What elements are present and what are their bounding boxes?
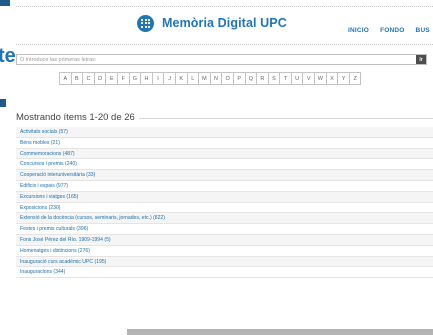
site-brand[interactable]: Memòria Digital UPC xyxy=(137,13,287,33)
left-title-fragment: te xyxy=(0,45,16,67)
nav-inicio[interactable]: INICIO xyxy=(348,27,369,34)
list-item[interactable]: Extensió de la docència (cursos, seminar… xyxy=(16,213,433,225)
letter-z-button[interactable]: Z xyxy=(348,72,362,85)
list-item[interactable]: Inauguracions (344) xyxy=(16,267,433,279)
results-heading-row: Mostrando ítems 1-20 de 26 xyxy=(16,112,433,123)
list-item[interactable]: Fons José Pérez del Río. 1909-1994 (5) xyxy=(16,234,433,246)
left-accent-bar xyxy=(0,99,6,107)
list-item[interactable]: Concursos i premis (240) xyxy=(16,159,433,171)
nav-buscar[interactable]: BUS xyxy=(416,27,430,34)
list-item[interactable]: Edificis i espais (977) xyxy=(16,181,433,192)
grid-logo-icon xyxy=(137,14,154,32)
alphabet-jump-bar: ABCDEFGHIJKLMNOPQRSTUVWXYZ xyxy=(59,72,362,85)
go-button[interactable]: Ir xyxy=(416,55,426,64)
corner-square xyxy=(0,0,10,6)
top-dotted-divider xyxy=(16,6,433,7)
left-edge-strip: te xyxy=(0,0,16,335)
list-item[interactable]: Excursions i viatges (165) xyxy=(16,191,433,203)
header-dotted-divider xyxy=(16,44,433,45)
list-item[interactable]: Homenatges i distincions (276) xyxy=(16,246,433,257)
results-heading: Mostrando ítems 1-20 de 26 xyxy=(16,112,135,123)
browse-results-list: Activitats socials (57) Béns mobles (21) C… xyxy=(16,127,433,279)
list-item[interactable]: Commemoracions (487) xyxy=(16,148,433,160)
top-navigation: INICIO FONDO BUS xyxy=(348,27,430,34)
heading-rule xyxy=(138,117,433,119)
list-item[interactable]: Exposicions (230) xyxy=(16,203,433,214)
list-item[interactable]: Festes i premis culturals (396) xyxy=(16,224,433,235)
horizontal-scrollbar[interactable] xyxy=(127,329,433,335)
list-item[interactable]: Béns mobles (21) xyxy=(16,138,433,149)
main-page: Memòria Digital UPC INICIO FONDO BUS Ir … xyxy=(16,0,433,335)
list-item[interactable]: Cooperació interuniversitària (33) xyxy=(16,170,433,181)
browse-search-bar: Ir xyxy=(16,54,427,65)
site-title: Memòria Digital UPC xyxy=(162,16,287,30)
starts-with-input[interactable] xyxy=(17,55,416,64)
nav-fondo[interactable]: FONDO xyxy=(380,27,404,34)
list-item[interactable]: Activitats socials (57) xyxy=(16,127,433,138)
list-item[interactable]: Inauguració curs acadèmic UPC (195) xyxy=(16,256,433,268)
